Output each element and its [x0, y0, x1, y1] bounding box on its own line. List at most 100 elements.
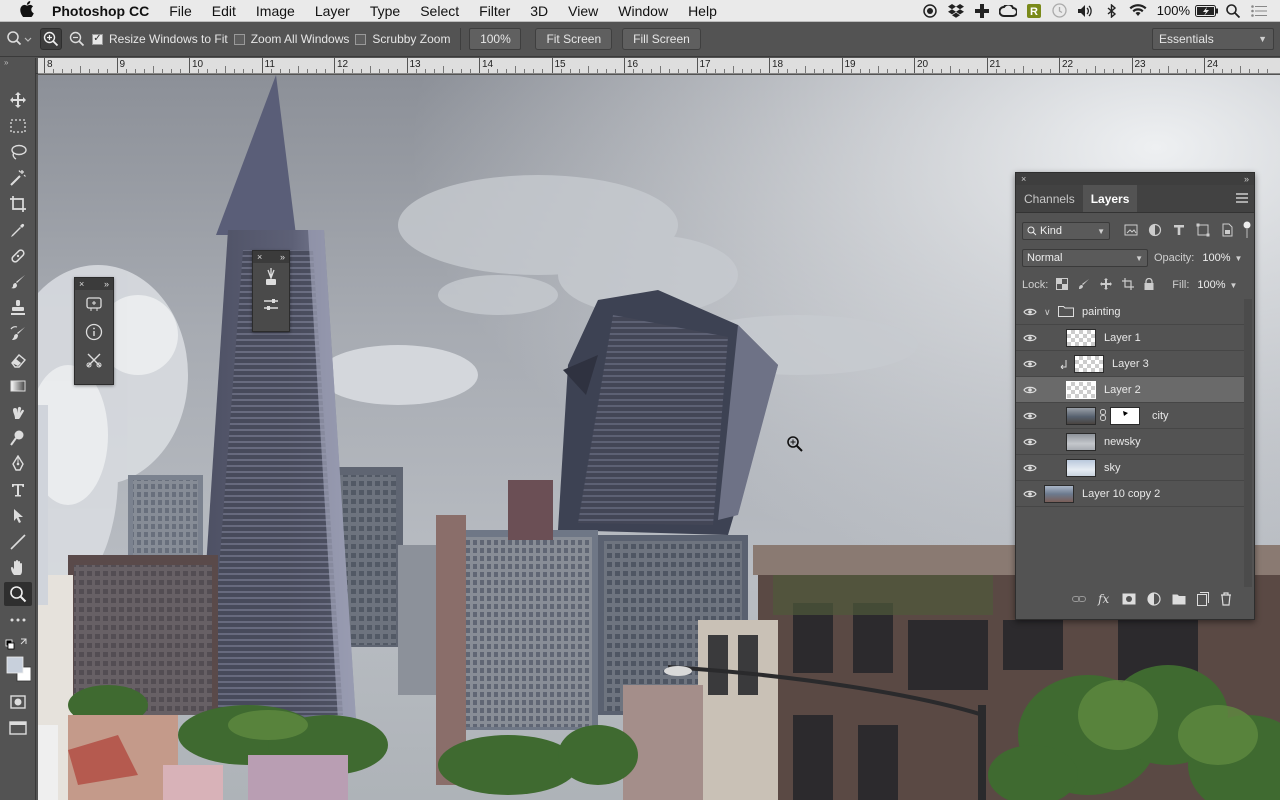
- lock-image-icon[interactable]: [1078, 278, 1090, 293]
- blend-mode-dropdown[interactable]: Normal ▼: [1022, 249, 1148, 267]
- pen-tool-icon[interactable]: [4, 452, 32, 476]
- menu-edit[interactable]: Edit: [202, 0, 246, 22]
- zoom-tool-icon[interactable]: [4, 582, 32, 606]
- scrubby-zoom-checkbox[interactable]: Scrubby Zoom: [355, 32, 450, 46]
- marquee-tool-icon[interactable]: [4, 114, 32, 138]
- lock-position-icon[interactable]: [1100, 277, 1113, 293]
- horizontal-ruler[interactable]: 8 9 10 11 12 13 14 15 16 17 18 19 20 21 22 23 24: [38, 58, 1280, 74]
- layer-row-layer-2[interactable]: Layer 2: [1016, 377, 1246, 403]
- collapse-icon[interactable]: »: [280, 251, 285, 263]
- spotlight-icon[interactable]: [1220, 0, 1246, 22]
- hand-tool-icon[interactable]: [4, 556, 32, 580]
- volume-icon[interactable]: [1073, 0, 1099, 22]
- eyedropper-tool-icon[interactable]: [4, 218, 32, 242]
- filter-shape-icon[interactable]: [1196, 223, 1210, 240]
- filter-smart-object-icon[interactable]: [1220, 223, 1234, 240]
- history-brush-tool-icon[interactable]: [4, 322, 32, 346]
- menu-type[interactable]: Type: [360, 0, 410, 22]
- close-icon[interactable]: ×: [79, 278, 84, 290]
- magic-wand-tool-icon[interactable]: [4, 166, 32, 190]
- dodge-tool-icon[interactable]: [4, 426, 32, 450]
- new-group-icon[interactable]: [1172, 593, 1186, 608]
- type-tool-icon[interactable]: [4, 478, 32, 502]
- scrubby-zoom-box[interactable]: [355, 33, 367, 45]
- path-selection-tool-icon[interactable]: [4, 504, 32, 528]
- menu-file[interactable]: File: [159, 0, 202, 22]
- eye-icon[interactable]: [1016, 411, 1044, 421]
- lock-all-icon[interactable]: [1144, 277, 1154, 293]
- resize-windows-checkmark[interactable]: ✓: [92, 33, 103, 45]
- menu-3d[interactable]: 3D: [520, 0, 558, 22]
- eraser-tool-icon[interactable]: [4, 348, 32, 372]
- resize-windows-checkbox[interactable]: ✓ Resize Windows to Fit: [92, 32, 228, 46]
- floating-panel-header[interactable]: ×»: [253, 251, 289, 263]
- lasso-tool-icon[interactable]: [4, 140, 32, 164]
- workspace-switcher[interactable]: Essentials ▼: [1152, 28, 1274, 50]
- fx-icon[interactable]: fx: [1097, 592, 1111, 609]
- eye-icon[interactable]: [1016, 359, 1044, 369]
- adjustments-icon[interactable]: [253, 291, 289, 319]
- zoom-all-windows-box[interactable]: [233, 33, 245, 45]
- filter-kind-dropdown[interactable]: Kind ▼: [1022, 222, 1110, 240]
- link-layers-icon[interactable]: [1072, 593, 1086, 607]
- smudge-tool-icon[interactable]: [4, 400, 32, 424]
- opacity-field[interactable]: 100% ▼: [1198, 249, 1246, 267]
- menu-layer[interactable]: Layer: [305, 0, 360, 22]
- info-icon[interactable]: [75, 318, 113, 346]
- layer-row-sky[interactable]: sky: [1016, 455, 1246, 481]
- dropbox-icon[interactable]: [943, 0, 969, 22]
- wifi-icon[interactable]: [1125, 0, 1151, 22]
- brush-tool-icon[interactable]: [4, 270, 32, 294]
- floating-panel-header[interactable]: ×»: [75, 278, 113, 290]
- tab-channels[interactable]: Channels: [1016, 185, 1083, 212]
- collapse-icon[interactable]: »: [104, 278, 109, 290]
- layer-row-newsky[interactable]: newsky: [1016, 429, 1246, 455]
- layers-scrollbar[interactable]: [1244, 299, 1252, 587]
- layer-row-layer-10-copy-2[interactable]: Layer 10 copy 2: [1016, 481, 1246, 507]
- healing-brush-tool-icon[interactable]: [4, 244, 32, 268]
- apple-menu-icon[interactable]: [16, 0, 38, 21]
- panel-menu-icon[interactable]: [1236, 192, 1248, 206]
- bluetooth-icon[interactable]: [1099, 0, 1125, 22]
- new-layer-icon[interactable]: [1197, 591, 1209, 609]
- notification-list-icon[interactable]: [1246, 0, 1272, 22]
- menu-window[interactable]: Window: [608, 0, 678, 22]
- lock-transparent-icon[interactable]: [1056, 277, 1069, 293]
- swap-colors-icon[interactable]: [4, 634, 32, 652]
- trash-icon[interactable]: [1220, 591, 1232, 609]
- screen-mode-icon[interactable]: [4, 716, 32, 740]
- menu-help[interactable]: Help: [678, 0, 727, 22]
- close-icon[interactable]: ×: [257, 251, 262, 263]
- move-tool-icon[interactable]: [4, 88, 32, 112]
- menu-filter[interactable]: Filter: [469, 0, 520, 22]
- line-tool-icon[interactable]: [4, 530, 32, 554]
- filter-adjustment-icon[interactable]: [1148, 223, 1162, 240]
- filter-toggle-icon[interactable]: [1242, 221, 1252, 242]
- plus-cross-icon[interactable]: [969, 0, 995, 22]
- zoom-level-field[interactable]: 100%: [469, 28, 522, 50]
- brush-presets-icon[interactable]: [253, 263, 289, 291]
- edit-toolbar-icon[interactable]: [4, 608, 32, 632]
- r-app-icon[interactable]: R: [1021, 0, 1047, 22]
- app-menu[interactable]: Photoshop CC: [38, 0, 159, 22]
- filter-pixel-icon[interactable]: [1124, 224, 1138, 239]
- adjustment-layer-icon[interactable]: [1147, 591, 1161, 609]
- zoom-out-icon[interactable]: [66, 28, 88, 50]
- tool-preset-picker[interactable]: [0, 30, 40, 48]
- time-machine-icon[interactable]: [1047, 0, 1073, 22]
- eye-icon[interactable]: [1016, 333, 1044, 343]
- eye-icon[interactable]: [1016, 437, 1044, 447]
- fit-screen-button[interactable]: Fit Screen: [535, 28, 613, 50]
- layer-row-painting[interactable]: ∨ painting: [1016, 299, 1246, 325]
- layer-row-layer-3[interactable]: Layer 3: [1016, 351, 1246, 377]
- menu-select[interactable]: Select: [410, 0, 469, 22]
- color-swatches[interactable]: [4, 654, 32, 686]
- brush-settings-icon[interactable]: [75, 290, 113, 318]
- record-icon[interactable]: [917, 0, 943, 22]
- filter-type-icon[interactable]: [1172, 223, 1186, 240]
- fill-screen-button[interactable]: Fill Screen: [622, 28, 701, 50]
- creative-cloud-icon[interactable]: [995, 0, 1021, 22]
- clone-stamp-tool-icon[interactable]: [4, 296, 32, 320]
- menu-image[interactable]: Image: [246, 0, 305, 22]
- collapse-icon[interactable]: »: [1244, 173, 1249, 185]
